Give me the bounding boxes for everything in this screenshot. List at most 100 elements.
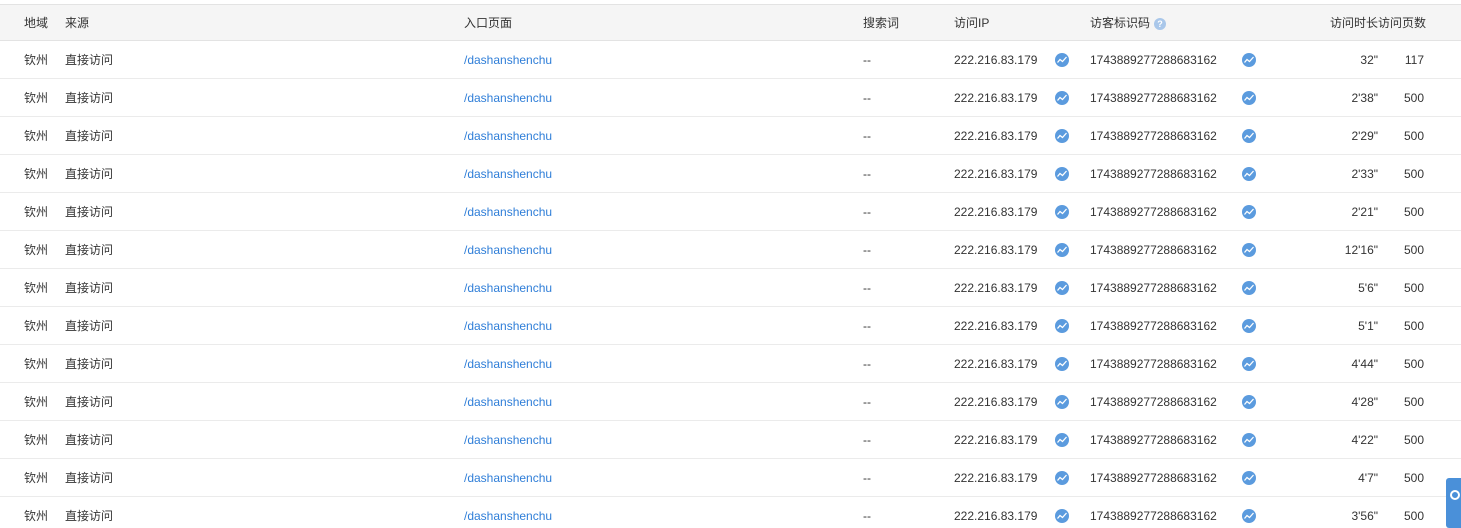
- trend-chart-icon[interactable]: [1055, 318, 1069, 333]
- cell-visitor-ip: 222.216.83.179: [954, 344, 1054, 383]
- table-row: 钦州 直接访问 /dashanshenchu -- 222.216.83.179…: [0, 344, 1461, 383]
- cell-duration: 4'44": [1282, 344, 1379, 383]
- entry-page-link[interactable]: /dashanshenchu: [464, 53, 552, 67]
- table-row: 钦州 直接访问 /dashanshenchu -- 222.216.83.179…: [0, 496, 1461, 528]
- entry-page-link[interactable]: /dashanshenchu: [464, 281, 552, 295]
- page-count-value: 500: [1403, 280, 1425, 295]
- cell-search-term: --: [863, 344, 954, 383]
- cell-visitor-ip: 222.216.83.179: [954, 40, 1054, 79]
- entry-page-link[interactable]: /dashanshenchu: [464, 471, 552, 485]
- cell-source: 直接访问: [65, 116, 464, 155]
- cell-visitor-trend: [1242, 344, 1283, 383]
- cell-search-term: --: [863, 154, 954, 193]
- cell-entry-page: /dashanshenchu: [464, 306, 863, 345]
- cell-duration: 2'38": [1282, 78, 1379, 117]
- table-row: 钦州 直接访问 /dashanshenchu -- 222.216.83.179…: [0, 78, 1461, 117]
- trend-chart-icon[interactable]: [1055, 280, 1069, 295]
- cell-source: 直接访问: [65, 458, 464, 497]
- trend-chart-icon[interactable]: [1242, 166, 1256, 181]
- header-visitor-id: 访客标识码: [1090, 16, 1151, 30]
- cell-duration: 12'16": [1282, 230, 1379, 269]
- cell-visitor-id: 1743889277288683162: [1090, 192, 1242, 231]
- cell-visitor-trend: [1242, 154, 1283, 193]
- cell-search-term: --: [863, 306, 954, 345]
- cell-duration: 2'29": [1282, 116, 1379, 155]
- trend-chart-icon[interactable]: [1055, 90, 1069, 105]
- entry-page-link[interactable]: /dashanshenchu: [464, 319, 552, 333]
- entry-page-link[interactable]: /dashanshenchu: [464, 395, 552, 409]
- trend-chart-icon[interactable]: [1242, 508, 1256, 523]
- trend-chart-icon[interactable]: [1055, 128, 1069, 143]
- cell-ip-trend: [1054, 382, 1090, 421]
- entry-page-link[interactable]: /dashanshenchu: [464, 243, 552, 257]
- trend-chart-icon[interactable]: [1055, 52, 1069, 67]
- entry-page-link[interactable]: /dashanshenchu: [464, 357, 552, 371]
- trend-chart-icon[interactable]: [1055, 166, 1069, 181]
- cell-visitor-ip: 222.216.83.179: [954, 154, 1054, 193]
- cell-source: 直接访问: [65, 268, 464, 307]
- cell-region: 钦州: [0, 496, 65, 528]
- cell-source: 直接访问: [65, 420, 464, 459]
- cell-search-term: --: [863, 116, 954, 155]
- trend-chart-icon[interactable]: [1055, 508, 1069, 523]
- cell-search-term: --: [863, 230, 954, 269]
- entry-page-link[interactable]: /dashanshenchu: [464, 205, 552, 219]
- trend-chart-icon[interactable]: [1055, 470, 1069, 485]
- trend-chart-icon[interactable]: [1242, 90, 1256, 105]
- cell-entry-page: /dashanshenchu: [464, 154, 863, 193]
- cell-ip-trend: [1054, 496, 1090, 528]
- trend-chart-icon[interactable]: [1242, 432, 1256, 447]
- trend-chart-icon[interactable]: [1242, 470, 1256, 485]
- trend-chart-icon[interactable]: [1055, 242, 1069, 257]
- cell-visitor-ip: 222.216.83.179: [954, 306, 1054, 345]
- entry-page-link[interactable]: /dashanshenchu: [464, 509, 552, 523]
- cell-ip-trend: [1054, 344, 1090, 383]
- cell-visitor-ip: 222.216.83.179: [954, 192, 1054, 231]
- cell-visitor-trend: [1242, 116, 1283, 155]
- cell-ip-trend: [1054, 78, 1090, 117]
- cell-ip-trend: [1054, 230, 1090, 269]
- cell-search-term: --: [863, 382, 954, 421]
- page-count-value: 500: [1403, 470, 1425, 485]
- cell-ip-trend: [1054, 458, 1090, 497]
- table-row: 钦州 直接访问 /dashanshenchu -- 222.216.83.179…: [0, 420, 1461, 459]
- cell-search-term: --: [863, 496, 954, 528]
- cell-visitor-trend: [1242, 496, 1283, 528]
- cell-entry-page: /dashanshenchu: [464, 268, 863, 307]
- header-region: 地域: [0, 4, 65, 41]
- side-feedback-tab[interactable]: [1446, 478, 1461, 528]
- cell-page-count: 500: [1378, 116, 1461, 155]
- trend-chart-icon[interactable]: [1242, 242, 1256, 257]
- question-icon[interactable]: ?: [1154, 17, 1167, 30]
- cell-visitor-id: 1743889277288683162: [1090, 382, 1242, 421]
- table-header: 地域 来源 入口页面 搜索词 访问IP 访客标识码? 访问时长 访问页数: [0, 4, 1461, 41]
- trend-chart-icon[interactable]: [1242, 52, 1256, 67]
- trend-chart-icon[interactable]: [1055, 204, 1069, 219]
- trend-chart-icon[interactable]: [1242, 394, 1256, 409]
- cell-entry-page: /dashanshenchu: [464, 344, 863, 383]
- trend-chart-icon[interactable]: [1242, 280, 1256, 295]
- cell-visitor-ip: 222.216.83.179: [954, 268, 1054, 307]
- cell-duration: 5'1": [1282, 306, 1379, 345]
- cell-source: 直接访问: [65, 496, 464, 528]
- trend-chart-icon[interactable]: [1242, 128, 1256, 143]
- trend-chart-icon[interactable]: [1055, 394, 1069, 409]
- cell-visitor-id: 1743889277288683162: [1090, 154, 1242, 193]
- entry-page-link[interactable]: /dashanshenchu: [464, 433, 552, 447]
- trend-chart-icon[interactable]: [1242, 318, 1256, 333]
- entry-page-link[interactable]: /dashanshenchu: [464, 167, 552, 181]
- cell-visitor-trend: [1242, 306, 1283, 345]
- cell-region: 钦州: [0, 420, 65, 459]
- cell-visitor-id: 1743889277288683162: [1090, 230, 1242, 269]
- cell-entry-page: /dashanshenchu: [464, 78, 863, 117]
- trend-chart-icon[interactable]: [1055, 356, 1069, 371]
- cell-visitor-trend: [1242, 192, 1283, 231]
- trend-chart-icon[interactable]: [1242, 204, 1256, 219]
- cell-region: 钦州: [0, 306, 65, 345]
- trend-chart-icon[interactable]: [1242, 356, 1256, 371]
- visit-detail-page: 地域 来源 入口页面 搜索词 访问IP 访客标识码? 访问时长 访问页数 钦州 …: [0, 0, 1461, 528]
- trend-chart-icon[interactable]: [1055, 432, 1069, 447]
- entry-page-link[interactable]: /dashanshenchu: [464, 129, 552, 143]
- cell-search-term: --: [863, 78, 954, 117]
- entry-page-link[interactable]: /dashanshenchu: [464, 91, 552, 105]
